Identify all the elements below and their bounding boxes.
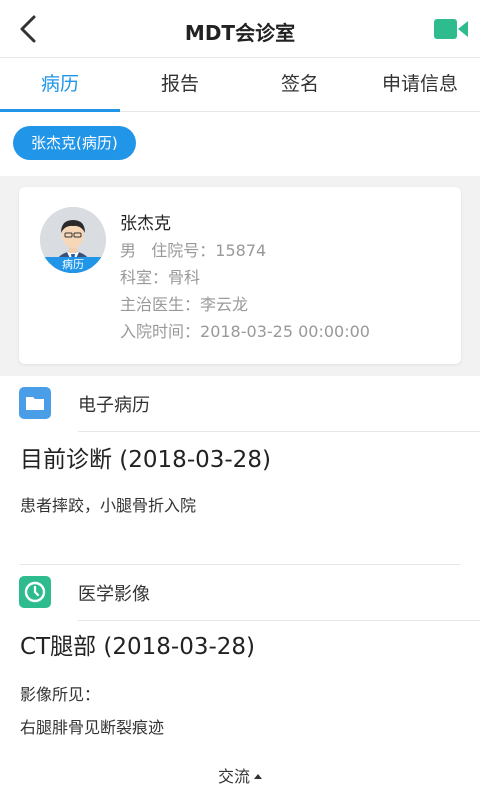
findings-text: 右腿腓骨见断裂痕迹 xyxy=(20,718,165,737)
imaging-section-divider xyxy=(78,620,480,621)
imaging-section-title: 医学影像 xyxy=(78,584,150,605)
diagnosis-text: 患者摔跤，小腿骨折入院 xyxy=(20,496,197,515)
video-camera-icon[interactable] xyxy=(434,18,468,40)
page-title: MDT会诊室 xyxy=(184,21,296,45)
department-value: 骨科 xyxy=(168,268,201,287)
patient-department-line: 科室：骨科 xyxy=(120,264,200,288)
patient-card-area: 病历 张杰克 男 住院号：15874 科室：骨科 主治医生：李云龙 入院时间：2… xyxy=(0,176,480,376)
avatar-badge: 病历 xyxy=(40,257,106,273)
emr-section-divider xyxy=(78,431,480,432)
patient-doctor-line: 主治医生：李云龙 xyxy=(120,291,248,315)
patient-name: 张杰克 xyxy=(120,214,171,234)
communication-label: 交流 xyxy=(217,767,250,786)
communication-button[interactable]: 交流 xyxy=(0,754,480,800)
department-label: 科室： xyxy=(120,268,169,287)
tab-application-info[interactable]: 申请信息 xyxy=(360,58,480,111)
imaging-section-header[interactable]: 医学影像 xyxy=(0,565,480,621)
top-bar: MDT会诊室 xyxy=(0,0,480,58)
tab-bar: 病历 报告 签名 申请信息 xyxy=(0,58,480,112)
patient-card[interactable]: 病历 张杰克 男 住院号：15874 科室：骨科 主治医生：李云龙 入院时间：2… xyxy=(19,187,461,364)
folder-icon xyxy=(19,387,51,419)
avatar: 病历 xyxy=(40,207,106,273)
admit-time-label: 入院时间： xyxy=(120,322,201,341)
diagnosis-title: 目前诊断 (2018-03-28) xyxy=(20,447,271,473)
patient-gender-admission: 男 住院号：15874 xyxy=(120,237,266,261)
doctor-value: 李云龙 xyxy=(200,295,249,314)
admit-time-value: 2018-03-25 00:00:00 xyxy=(200,322,370,341)
tab-signature[interactable]: 签名 xyxy=(240,58,360,111)
findings-label: 影像所见： xyxy=(20,685,101,704)
admission-no: 15874 xyxy=(215,241,267,260)
emr-section-title: 电子病历 xyxy=(78,395,150,416)
emr-section-header[interactable]: 电子病历 xyxy=(0,376,480,432)
tab-medical-record[interactable]: 病历 xyxy=(0,58,120,112)
patient-chip[interactable]: 张杰克(病历) xyxy=(13,126,136,160)
patient-admit-time-line: 入院时间：2018-03-25 00:00:00 xyxy=(120,318,370,342)
admission-no-label: 住院号： xyxy=(151,241,216,260)
patient-gender: 男 xyxy=(120,241,137,260)
patient-chip-row: 张杰克(病历) xyxy=(0,112,480,176)
clock-icon xyxy=(19,576,51,608)
exam-title: CT腿部 (2018-03-28) xyxy=(20,634,256,660)
tab-report[interactable]: 报告 xyxy=(120,58,240,111)
caret-up-icon xyxy=(254,774,262,779)
doctor-label: 主治医生： xyxy=(120,295,201,314)
